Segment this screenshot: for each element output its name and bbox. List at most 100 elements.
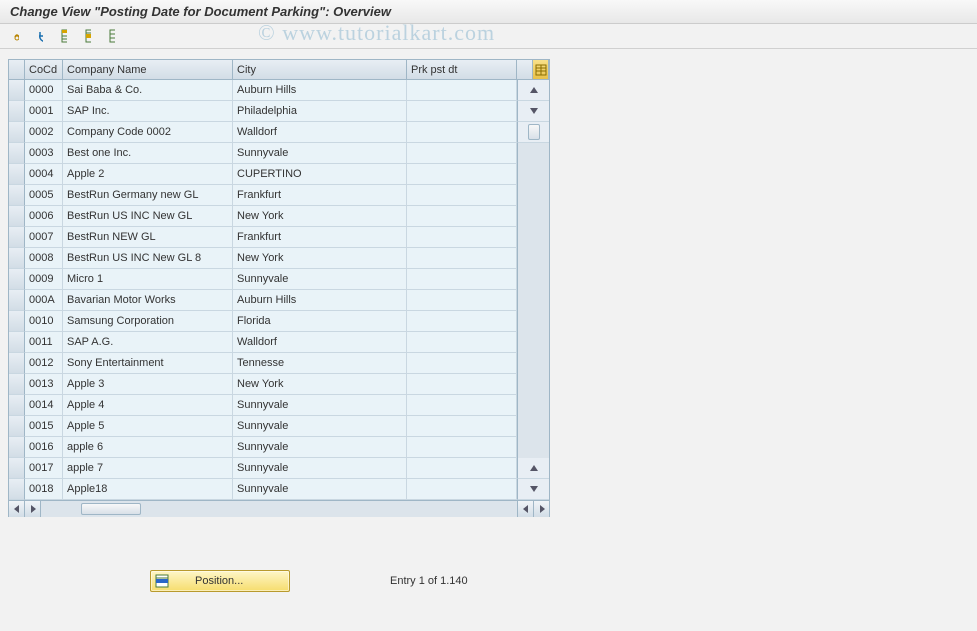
cell-cocd[interactable]: 0000 — [25, 80, 63, 101]
cell-cocd[interactable]: 0006 — [25, 206, 63, 227]
row-selector[interactable] — [9, 332, 25, 353]
cell-city[interactable]: Sunnyvale — [233, 416, 407, 437]
cell-prk[interactable] — [407, 395, 517, 416]
row-selector[interactable] — [9, 374, 25, 395]
cell-company[interactable]: Apple 4 — [63, 395, 233, 416]
undo-button[interactable] — [30, 26, 50, 46]
row-selector[interactable] — [9, 395, 25, 416]
hscroll-thumb[interactable] — [81, 503, 141, 515]
row-selector[interactable] — [9, 437, 25, 458]
vscroll-track[interactable] — [517, 416, 549, 437]
row-selector[interactable] — [9, 101, 25, 122]
row-selector[interactable] — [9, 458, 25, 479]
vscroll-track[interactable] — [517, 164, 549, 185]
cell-company[interactable]: Apple 5 — [63, 416, 233, 437]
cell-prk[interactable] — [407, 311, 517, 332]
cell-prk[interactable] — [407, 227, 517, 248]
cell-city[interactable]: Walldorf — [233, 122, 407, 143]
cell-company[interactable]: apple 7 — [63, 458, 233, 479]
cell-prk[interactable] — [407, 143, 517, 164]
col-prk[interactable]: Prk pst dt — [407, 60, 517, 80]
row-selector[interactable] — [9, 227, 25, 248]
cell-city[interactable]: New York — [233, 374, 407, 395]
cell-city[interactable]: New York — [233, 206, 407, 227]
cell-city[interactable]: Sunnyvale — [233, 479, 407, 500]
row-selector[interactable] — [9, 122, 25, 143]
row-selector[interactable] — [9, 416, 25, 437]
row-selector[interactable] — [9, 185, 25, 206]
scroll-down-button[interactable] — [517, 101, 549, 122]
cell-company[interactable]: Samsung Corporation — [63, 311, 233, 332]
cell-prk[interactable] — [407, 353, 517, 374]
cell-company[interactable]: Micro 1 — [63, 269, 233, 290]
cell-cocd[interactable]: 0014 — [25, 395, 63, 416]
hscroll-track[interactable] — [41, 501, 517, 517]
cell-company[interactable]: BestRun NEW GL — [63, 227, 233, 248]
vscroll-track[interactable] — [517, 332, 549, 353]
scroll-down-button-bottom[interactable] — [517, 479, 549, 500]
vscroll-track[interactable] — [517, 248, 549, 269]
cell-prk[interactable] — [407, 479, 517, 500]
horizontal-scrollbar[interactable] — [9, 500, 549, 516]
cell-company[interactable]: Apple18 — [63, 479, 233, 500]
cell-city[interactable]: Tennesse — [233, 353, 407, 374]
vscroll-track[interactable] — [517, 395, 549, 416]
deselect-all-button[interactable] — [102, 26, 122, 46]
select-block-button[interactable] — [78, 26, 98, 46]
vscroll-track[interactable] — [517, 374, 549, 395]
row-selector[interactable] — [9, 311, 25, 332]
row-selector[interactable] — [9, 353, 25, 374]
vscroll-track[interactable] — [517, 311, 549, 332]
cell-company[interactable]: Apple 2 — [63, 164, 233, 185]
select-all-button[interactable] — [54, 26, 74, 46]
cell-company[interactable]: SAP Inc. — [63, 101, 233, 122]
cell-company[interactable]: Bavarian Motor Works — [63, 290, 233, 311]
vscroll-track[interactable] — [517, 353, 549, 374]
cell-cocd[interactable]: 0018 — [25, 479, 63, 500]
cell-cocd[interactable]: 0016 — [25, 437, 63, 458]
cell-cocd[interactable]: 0009 — [25, 269, 63, 290]
cell-city[interactable]: Sunnyvale — [233, 395, 407, 416]
cell-company[interactable]: SAP A.G. — [63, 332, 233, 353]
row-selector[interactable] — [9, 80, 25, 101]
scroll-up-button-bottom[interactable] — [517, 458, 549, 479]
cell-company[interactable]: Company Code 0002 — [63, 122, 233, 143]
cell-city[interactable]: Auburn Hills — [233, 290, 407, 311]
cell-prk[interactable] — [407, 185, 517, 206]
cell-cocd[interactable]: 0008 — [25, 248, 63, 269]
vscroll-track[interactable] — [517, 290, 549, 311]
vscroll-track[interactable] — [517, 143, 549, 164]
row-selector[interactable] — [9, 290, 25, 311]
cell-cocd[interactable]: 0005 — [25, 185, 63, 206]
cell-city[interactable]: CUPERTINO — [233, 164, 407, 185]
scroll-right-button-2[interactable] — [533, 501, 549, 517]
cell-cocd[interactable]: 0017 — [25, 458, 63, 479]
cell-company[interactable]: Sony Entertainment — [63, 353, 233, 374]
cell-prk[interactable] — [407, 122, 517, 143]
cell-company[interactable]: BestRun Germany new GL — [63, 185, 233, 206]
col-company[interactable]: Company Name — [63, 60, 233, 80]
cell-prk[interactable] — [407, 332, 517, 353]
cell-city[interactable]: Sunnyvale — [233, 437, 407, 458]
vscroll-track[interactable] — [517, 437, 549, 458]
row-selector[interactable] — [9, 248, 25, 269]
vscroll-thumb[interactable] — [517, 122, 549, 143]
col-city[interactable]: City — [233, 60, 407, 80]
cell-city[interactable]: Sunnyvale — [233, 458, 407, 479]
scroll-left-button-2[interactable] — [517, 501, 533, 517]
cell-company[interactable]: BestRun US INC New GL 8 — [63, 248, 233, 269]
cell-prk[interactable] — [407, 437, 517, 458]
vscroll-track[interactable] — [517, 227, 549, 248]
cell-city[interactable]: Florida — [233, 311, 407, 332]
cell-city[interactable]: Auburn Hills — [233, 80, 407, 101]
cell-cocd[interactable]: 0002 — [25, 122, 63, 143]
cell-company[interactable]: Best one Inc. — [63, 143, 233, 164]
cell-city[interactable]: Philadelphia — [233, 101, 407, 122]
row-selector[interactable] — [9, 143, 25, 164]
cell-cocd[interactable]: 0001 — [25, 101, 63, 122]
row-selector[interactable] — [9, 269, 25, 290]
cell-prk[interactable] — [407, 458, 517, 479]
toggle-display-change-button[interactable] — [6, 26, 26, 46]
scroll-up-button[interactable] — [517, 80, 549, 101]
scroll-left-button[interactable] — [9, 501, 25, 517]
